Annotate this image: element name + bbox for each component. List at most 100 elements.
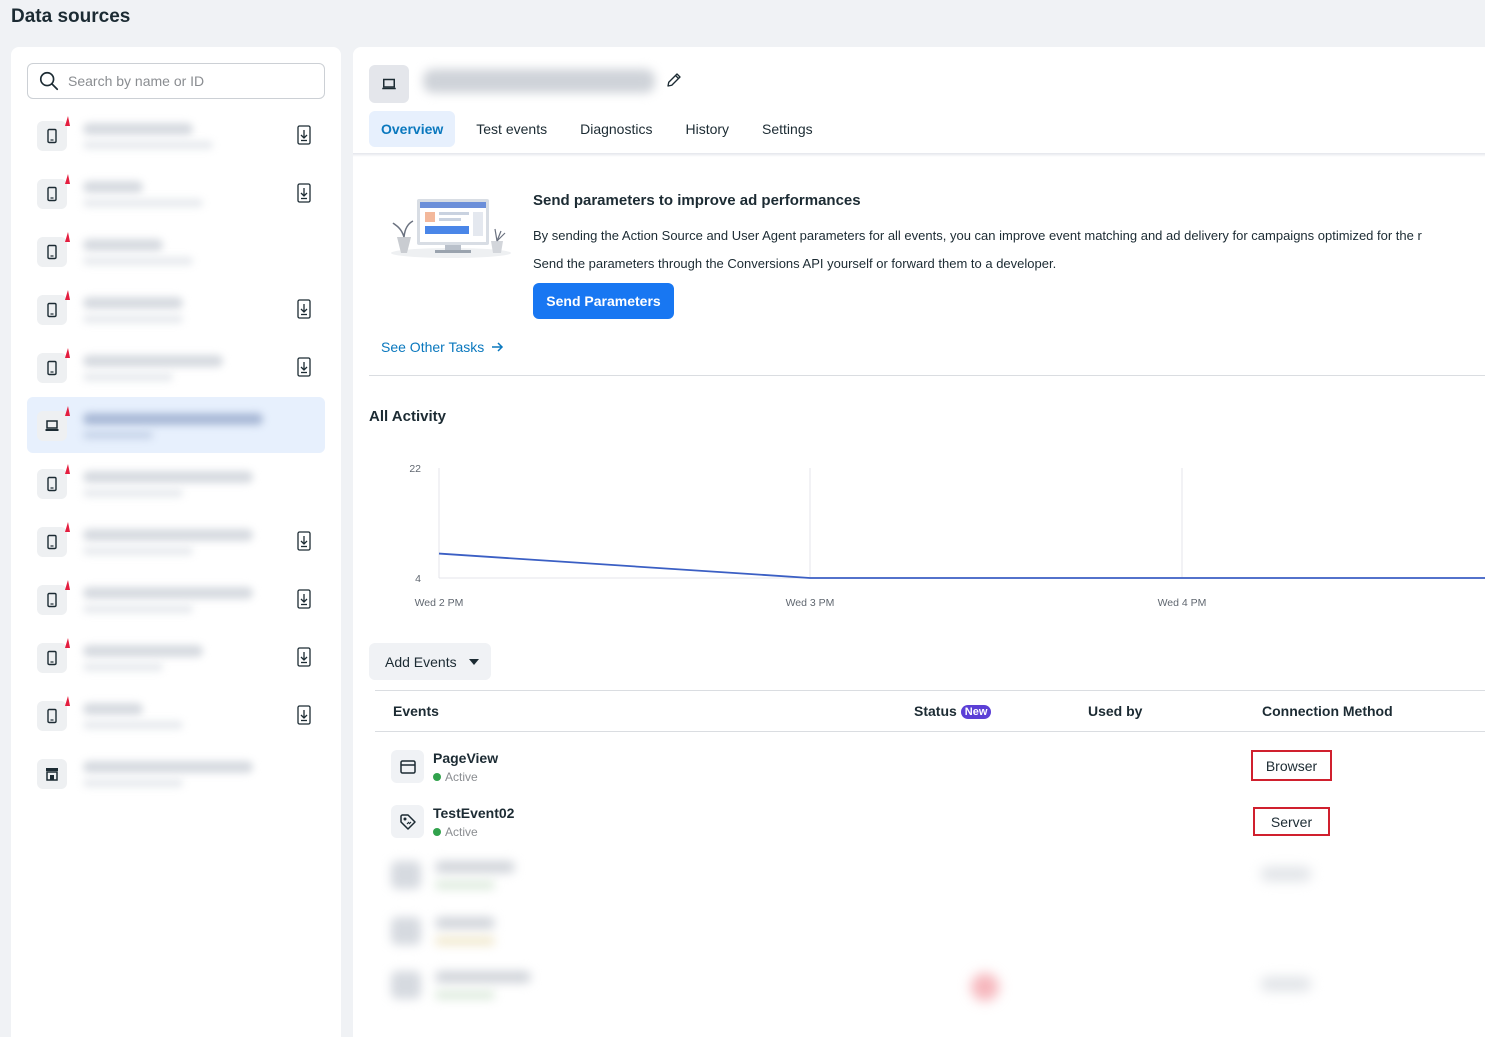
x-tick-label: Wed 2 PM [415, 597, 464, 609]
download-device-icon[interactable] [295, 125, 313, 145]
data-source-icon [37, 469, 67, 499]
data-source-id-redacted [83, 605, 193, 613]
data-source-id-redacted [83, 721, 183, 729]
event-name[interactable]: PageView [433, 750, 498, 766]
download-device-icon[interactable] [295, 589, 313, 609]
download-device-icon[interactable] [295, 647, 313, 667]
download-device-icon[interactable] [295, 183, 313, 203]
warning-icon [65, 580, 70, 590]
add-events-dropdown[interactable]: Add Events [369, 643, 491, 680]
data-source-item[interactable] [27, 223, 325, 279]
tab-diagnostics[interactable]: Diagnostics [568, 111, 664, 147]
store-icon [44, 766, 60, 782]
pencil-edit-icon[interactable] [665, 71, 683, 89]
data-source-name-redacted [83, 355, 223, 367]
data-source-id-redacted [83, 489, 183, 497]
tab-bar-shadow [353, 153, 1485, 157]
data-source-icon [37, 295, 67, 325]
data-source-id-redacted [83, 199, 203, 207]
tab-overview[interactable]: Overview [369, 111, 456, 147]
laptop-icon [44, 418, 60, 434]
active-status-dot [433, 828, 441, 836]
y-tick-label: 22 [409, 463, 421, 475]
redacted-table-row [391, 913, 1481, 957]
header-connection-method: Connection Method [1262, 703, 1393, 719]
data-source-name-redacted [83, 123, 193, 135]
mobile-device-icon [44, 592, 60, 608]
data-source-id-redacted [83, 257, 193, 265]
warning-icon [65, 522, 70, 532]
header-events: Events [393, 703, 439, 719]
data-source-icon [37, 759, 67, 789]
warning-icon [65, 232, 70, 242]
data-source-item[interactable] [27, 165, 325, 221]
section-divider [369, 375, 1485, 376]
data-source-item[interactable] [27, 107, 325, 163]
data-source-name-redacted [83, 297, 183, 309]
table-row[interactable]: PageView Active Browser [391, 748, 1481, 792]
activity-series-line [438, 552, 1485, 579]
data-source-name-redacted [83, 239, 163, 251]
warning-icon [65, 348, 70, 358]
activity-chart: 22 4 Wed 2 PM Wed 3 PM Wed 4 PM [409, 463, 1485, 609]
send-parameters-button[interactable]: Send Parameters [533, 283, 674, 319]
data-source-id-redacted [83, 663, 163, 671]
data-source-name-redacted [83, 645, 203, 657]
header-used-by: Used by [1088, 703, 1143, 719]
data-source-item[interactable] [27, 455, 325, 511]
warning-icon [65, 638, 70, 648]
event-icon [391, 805, 424, 838]
data-source-item[interactable] [27, 281, 325, 337]
data-source-name-redacted [83, 761, 253, 773]
search-field[interactable] [27, 63, 325, 99]
tab-test-events[interactable]: Test events [464, 111, 559, 147]
search-input[interactable] [68, 73, 308, 89]
tab-settings[interactable]: Settings [750, 111, 825, 147]
tab-bar: Overview Test events Diagnostics History… [369, 111, 834, 147]
data-source-icon [37, 701, 67, 731]
warning-icon [65, 406, 70, 416]
download-device-icon[interactable] [295, 299, 313, 319]
data-source-id-redacted [83, 431, 153, 439]
data-source-name-redacted [83, 181, 143, 193]
redacted-table-row [391, 967, 1481, 1011]
redacted-table-row [391, 857, 1481, 901]
data-source-name-redacted [83, 413, 263, 425]
data-source-item[interactable] [27, 745, 325, 801]
mobile-device-icon [44, 360, 60, 376]
data-source-type-icon [369, 65, 409, 103]
table-header-divider [375, 731, 1485, 732]
download-device-icon[interactable] [295, 531, 313, 551]
warning-icon [65, 290, 70, 300]
download-device-icon[interactable] [295, 357, 313, 377]
data-source-item[interactable] [27, 339, 325, 395]
event-icon [391, 750, 424, 783]
see-other-tasks-label: See Other Tasks [381, 339, 485, 355]
event-name[interactable]: TestEvent02 [433, 805, 514, 821]
table-row[interactable]: TestEvent02 Active Server [391, 803, 1481, 847]
data-source-item[interactable] [27, 397, 325, 453]
download-device-icon[interactable] [295, 705, 313, 725]
data-source-item[interactable] [27, 571, 325, 627]
warning-icon [65, 116, 70, 126]
data-source-id-redacted [83, 547, 193, 555]
monitor-illustration [391, 199, 511, 258]
data-source-item[interactable] [27, 513, 325, 569]
data-source-name-redacted [83, 587, 253, 599]
data-source-icon [37, 411, 67, 441]
data-source-item[interactable] [27, 629, 325, 685]
data-source-name-redacted [423, 69, 655, 93]
event-status-label: Active [445, 770, 478, 784]
connection-method-badge: Browser [1251, 750, 1332, 781]
data-source-icon [37, 237, 67, 267]
mobile-device-icon [44, 128, 60, 144]
sidebar [11, 47, 341, 1037]
mobile-device-icon [44, 534, 60, 550]
see-other-tasks-link[interactable]: See Other Tasks [381, 339, 504, 355]
data-source-item[interactable] [27, 687, 325, 743]
mobile-device-icon [44, 708, 60, 724]
tab-history[interactable]: History [673, 111, 741, 147]
add-events-label: Add Events [385, 653, 457, 670]
mobile-device-icon [44, 186, 60, 202]
search-icon [39, 71, 59, 91]
